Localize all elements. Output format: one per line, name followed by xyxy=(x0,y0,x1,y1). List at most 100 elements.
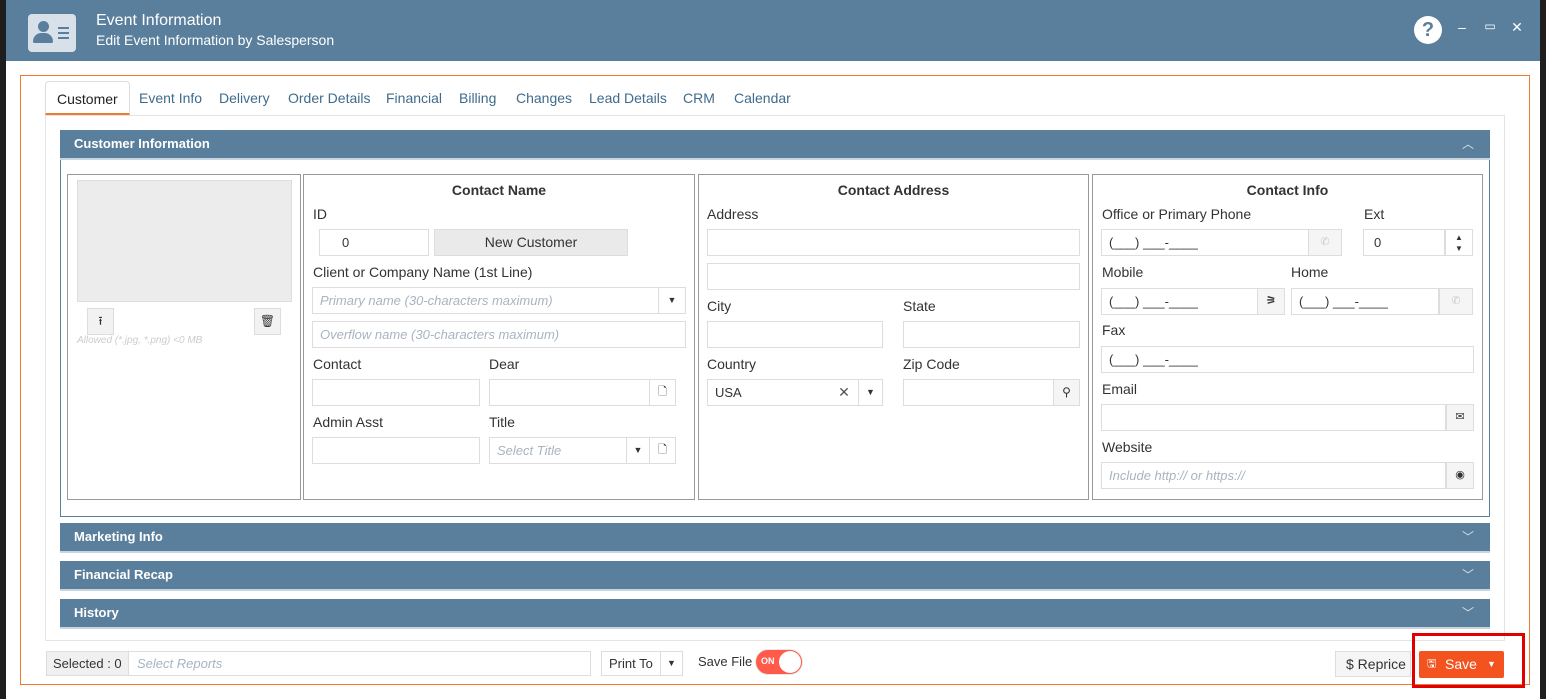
event-information-window: Event Information Edit Event Information… xyxy=(6,0,1540,699)
section-title: History xyxy=(74,605,119,620)
title-label: Title xyxy=(489,414,515,430)
phone-icon[interactable]: ✆ xyxy=(1308,229,1342,256)
chevron-down-icon: ▼ xyxy=(660,652,682,675)
state-label: State xyxy=(903,298,936,314)
form-frame: Customer Event Info Delivery Order Detai… xyxy=(20,75,1530,685)
primary-name-placeholder: Primary name (30-characters maximum) xyxy=(320,293,553,308)
history-header[interactable]: History ﹀ xyxy=(60,599,1490,629)
report-selector[interactable]: Selected : 0 Select Reports xyxy=(46,651,591,676)
website-label: Website xyxy=(1102,439,1153,455)
home-phone-input[interactable]: (___) ___-____ xyxy=(1291,288,1439,315)
maximize-button[interactable]: ▭ xyxy=(1482,19,1498,33)
contact-name-heading: Contact Name xyxy=(451,182,547,198)
window-title: Event Information xyxy=(96,12,222,29)
primary-phone-input[interactable]: (___) ___-____ xyxy=(1101,229,1309,256)
ext-stepper[interactable]: 0 xyxy=(1363,229,1445,256)
close-button[interactable]: ✕ xyxy=(1509,19,1525,36)
city-label: City xyxy=(707,298,732,314)
marketing-info-header[interactable]: Marketing Info ﹀ xyxy=(60,523,1490,553)
email-input[interactable] xyxy=(1101,404,1446,431)
contact-input[interactable] xyxy=(312,379,480,406)
tab-financial[interactable]: Financial xyxy=(375,81,453,115)
minimize-button[interactable]: – xyxy=(1454,19,1470,35)
stepper-arrows-icon[interactable]: ▲ ▼ xyxy=(1445,229,1473,256)
admin-asst-label: Admin Asst xyxy=(313,414,384,430)
dear-input[interactable] xyxy=(489,379,650,406)
customer-photo[interactable] xyxy=(77,180,292,302)
clear-icon[interactable]: ✕ xyxy=(834,381,854,404)
primary-name-select[interactable]: Primary name (30-characters maximum) xyxy=(312,287,686,314)
contact-address-panel: Contact Address Address City State Count… xyxy=(698,174,1089,500)
id-input[interactable]: 0 xyxy=(319,229,429,256)
home-label: Home xyxy=(1291,264,1329,280)
note-edit-icon[interactable]: 🗋 xyxy=(649,437,676,464)
contact-name-panel: Contact Name ID 0 New Customer Client or… xyxy=(303,174,695,500)
selected-count: Selected : 0 xyxy=(47,652,129,675)
chevron-down-icon: ﹀ xyxy=(1461,606,1474,620)
phone-icon[interactable]: ✆ xyxy=(1439,288,1473,315)
toggle-knob xyxy=(779,651,801,673)
chevron-up-icon: ︿ xyxy=(1461,137,1474,151)
reprice-button[interactable]: $ Reprice xyxy=(1335,651,1411,677)
tab-lead-details[interactable]: Lead Details xyxy=(578,81,678,115)
search-icon[interactable]: ⚲ xyxy=(1053,379,1080,406)
save-highlight-box xyxy=(1412,633,1525,688)
tab-delivery[interactable]: Delivery xyxy=(208,81,281,115)
contact-info-heading: Contact Info xyxy=(1246,182,1329,198)
chevron-down-icon: ﹀ xyxy=(1461,568,1474,582)
dear-label: Dear xyxy=(489,356,520,372)
phone-label: Office or Primary Phone xyxy=(1102,206,1252,222)
website-input[interactable]: Include http:// or https:// xyxy=(1101,462,1446,489)
tab-order-details[interactable]: Order Details xyxy=(277,81,381,115)
country-select[interactable]: USA xyxy=(707,379,883,406)
tab-customer[interactable]: Customer xyxy=(45,81,130,115)
financial-recap-header[interactable]: Financial Recap ﹀ xyxy=(60,561,1490,591)
envelope-icon[interactable]: ✉ xyxy=(1446,404,1474,431)
fax-input[interactable]: (___) ___-____ xyxy=(1101,346,1474,373)
tab-billing[interactable]: Billing xyxy=(448,81,507,115)
tab-calendar[interactable]: Calendar xyxy=(723,81,802,115)
print-to-dropdown[interactable]: Print To ▼ xyxy=(601,651,683,676)
photo-panel: ⭱ 🗑 Allowed (*.jpg, *.png) <0 MB xyxy=(67,174,301,500)
website-placeholder: Include http:// or https:// xyxy=(1109,468,1245,483)
contact-info-panel: Contact Info Office or Primary Phone Ext… xyxy=(1092,174,1483,500)
toggle-state: ON xyxy=(761,656,775,666)
city-input[interactable] xyxy=(707,321,883,348)
trash-icon[interactable]: 🗑 xyxy=(254,308,281,335)
address-line2-input[interactable] xyxy=(707,263,1080,290)
email-label: Email xyxy=(1102,381,1138,397)
customer-information-header[interactable]: Customer Information ︿ xyxy=(60,130,1490,160)
tab-changes[interactable]: Changes xyxy=(505,81,583,115)
address-line1-input[interactable] xyxy=(707,229,1080,256)
section-title: Customer Information xyxy=(74,136,210,151)
photo-note: Allowed (*.jpg, *.png) <0 MB xyxy=(77,335,203,346)
section-title: Marketing Info xyxy=(74,529,163,544)
chevron-down-icon[interactable]: ▼ xyxy=(858,379,883,406)
select-reports-placeholder: Select Reports xyxy=(137,656,223,671)
save-file-toggle[interactable]: ON xyxy=(755,649,803,675)
upload-icon[interactable]: ⭱ xyxy=(87,308,114,335)
title-placeholder: Select Title xyxy=(497,443,562,458)
mobile-label: Mobile xyxy=(1102,264,1144,280)
overflow-name-input[interactable]: Overflow name (30-characters maximum) xyxy=(312,321,686,348)
customer-information-body: ⭱ 🗑 Allowed (*.jpg, *.png) <0 MB Contact… xyxy=(60,160,1490,517)
admin-asst-input[interactable] xyxy=(312,437,480,464)
tab-event-info[interactable]: Event Info xyxy=(128,81,213,115)
new-customer-button[interactable]: New Customer xyxy=(434,229,628,256)
rss-icon[interactable]: ⚞ xyxy=(1257,288,1285,315)
state-input[interactable] xyxy=(903,321,1080,348)
chevron-down-icon: ﹀ xyxy=(1461,530,1474,544)
contact-card-icon xyxy=(28,14,76,52)
contact-address-heading: Contact Address xyxy=(837,182,950,198)
note-edit-icon[interactable]: 🗋 xyxy=(649,379,676,406)
overflow-name-placeholder: Overflow name (30-characters maximum) xyxy=(320,327,560,342)
help-icon[interactable]: ? xyxy=(1414,16,1442,44)
chevron-down-icon[interactable]: ▼ xyxy=(658,287,686,314)
chevron-down-icon[interactable]: ▼ xyxy=(626,437,650,464)
tab-crm[interactable]: CRM xyxy=(672,81,726,115)
print-to-label: Print To xyxy=(609,656,653,671)
address-label: Address xyxy=(707,206,759,222)
globe-icon[interactable]: ◉ xyxy=(1446,462,1474,489)
window-subtitle: Edit Event Information by Salesperson xyxy=(96,32,335,48)
mobile-input[interactable]: (___) ___-____ xyxy=(1101,288,1259,315)
